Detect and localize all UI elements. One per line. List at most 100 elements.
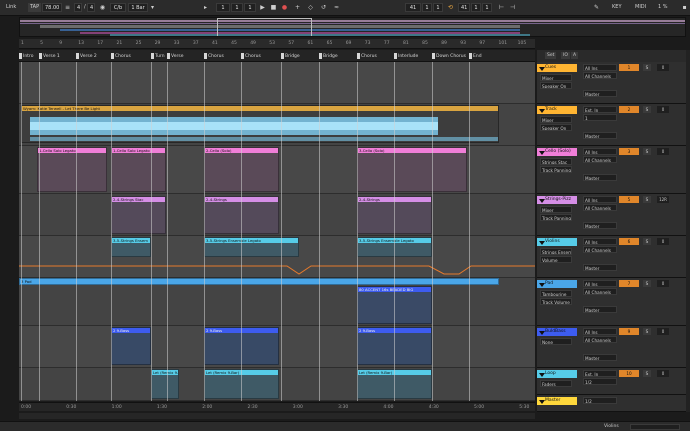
fold-triangle-icon[interactable] [539, 109, 545, 113]
key-map-button[interactable]: KEY [610, 3, 624, 12]
sends-toggle-button[interactable]: A [571, 52, 579, 59]
mixer-track[interactable]: Loop Ext. In 1/2 Faders 10 S 0 [537, 368, 686, 395]
track-route-select[interactable]: Tambourine [540, 290, 572, 297]
track-input-select[interactable]: All Ins [583, 196, 617, 203]
fold-triangle-icon[interactable] [539, 151, 545, 155]
track-activator-button[interactable]: 7 [619, 280, 639, 287]
locator-marker[interactable]: Chorus [357, 52, 377, 60]
track-input-select[interactable]: All Ins [583, 238, 617, 245]
track-input-select[interactable]: Ext. In [583, 106, 617, 113]
time-signature-numerator[interactable]: 4 [74, 3, 82, 12]
horizontal-scrollbar[interactable] [19, 413, 535, 419]
track-monitor-select[interactable]: Speaker On [540, 82, 572, 89]
tempo-field[interactable]: 78.00 [42, 3, 62, 12]
track-input-channel[interactable]: All Channels [583, 204, 617, 211]
track-output-select[interactable]: Master [583, 264, 617, 271]
track-monitor-select[interactable]: Track Volume [540, 298, 572, 305]
track-activator-button[interactable]: 10 [619, 370, 639, 377]
solo-button[interactable]: S [643, 328, 651, 335]
track-title-bar[interactable]: Loop [537, 370, 577, 378]
follow-icon[interactable]: ▸ [201, 3, 210, 12]
track-route-select[interactable]: None [540, 338, 572, 345]
pad-clip[interactable]: 3 Pad [19, 278, 499, 285]
punch-out-icon[interactable]: ⊣ [508, 3, 517, 12]
position-bar-field[interactable]: 1 [216, 3, 230, 12]
solo-button[interactable]: S [643, 64, 651, 71]
metronome-icon[interactable]: ◉ [98, 3, 107, 12]
track-route-select[interactable]: Strings Stac [540, 158, 572, 165]
track-output-select[interactable]: Master [583, 306, 617, 313]
cello-clip-2[interactable]: 1-Cello Solo Legato [111, 147, 166, 192]
mixer-track[interactable]: Master 1/2 [537, 395, 686, 412]
fold-triangle-icon[interactable] [539, 241, 545, 245]
track-activator-button[interactable]: 9 [619, 328, 639, 335]
track-route-select[interactable]: Mixer [540, 206, 572, 213]
track-input-channel[interactable]: All Channels [583, 336, 617, 343]
locator-marker[interactable]: Bridge [281, 52, 300, 60]
track-input-channel[interactable]: 1 [583, 114, 617, 121]
time-signature-denominator[interactable]: 4 [87, 3, 95, 12]
track-input-channel[interactable]: All Channels [583, 288, 617, 295]
track-output-select[interactable]: Master [583, 132, 617, 139]
bass-clip-1[interactable]: 2 9-Bass [111, 327, 151, 365]
automation-envelope[interactable] [19, 260, 535, 278]
locator-lane[interactable]: Intro Verse 1 Verse 2 Chorus Turn Verse Chorus… [19, 50, 535, 62]
track-activator-button[interactable]: 6 [619, 238, 639, 245]
loop-start-field[interactable]: 41 [405, 3, 421, 12]
loop-length-sixteenth[interactable]: 1 [482, 3, 492, 12]
fold-triangle-icon[interactable] [539, 67, 545, 71]
capture-icon[interactable]: ≈ [332, 3, 341, 12]
metronome-setting[interactable]: C/b [110, 3, 126, 12]
position-beat-field[interactable]: 1 [231, 3, 243, 12]
track-input-select[interactable]: All Ins [583, 64, 617, 71]
track-input-select[interactable]: All Ins [583, 148, 617, 155]
locator-marker[interactable]: Turn [151, 52, 165, 60]
track-input-select[interactable]: All Ins [583, 328, 617, 335]
track-input-select[interactable]: All Ins [583, 280, 617, 287]
lane-pad[interactable] [19, 278, 535, 326]
track-route-select[interactable]: Mixer [540, 74, 572, 81]
loop-switch-icon[interactable]: ⟲ [446, 3, 455, 12]
track-input-channel[interactable]: 1/2 [583, 378, 617, 385]
link-button[interactable]: Link [4, 3, 18, 12]
locator-marker[interactable]: Down Chorus [432, 52, 466, 60]
chevron-down-icon[interactable]: ▾ [148, 3, 157, 12]
track-title-bar[interactable]: Track [537, 106, 577, 114]
mixer-track[interactable]: Cues All Ins All Channels Mixer Speaker On Ma… [537, 62, 686, 104]
mixer-track[interactable]: Strings-Pizz All Ins All Channels Mixer Trac… [537, 194, 686, 236]
locator-marker[interactable]: Verse 2 [76, 52, 97, 60]
strings-pizz-clip-1[interactable]: 2-4-Strings Stac [111, 196, 166, 234]
locator-marker[interactable]: Bridge [319, 52, 338, 60]
mixer-track[interactable]: Violins All Ins All Channels Strings Ensem V… [537, 236, 686, 278]
locator-marker[interactable]: End [469, 52, 482, 60]
time-ruler[interactable]: 0:00 0:30 1:00 1:30 2:00 2:30 3:00 3:30 4:00 4:30… [19, 402, 535, 411]
track-volume-field[interactable]: 0 [657, 148, 669, 155]
track-input-select[interactable]: Ext. In [583, 370, 617, 377]
mixer-track[interactable]: BuldBass All Ins All Channels None Master 9 S 0 [537, 326, 686, 368]
locator-marker[interactable]: Chorus [241, 52, 261, 60]
io-toggle-button[interactable]: IO [561, 52, 570, 59]
fold-triangle-icon[interactable] [539, 199, 545, 203]
locator-marker[interactable]: Intro [19, 52, 33, 60]
loop-length-beat[interactable]: 1 [471, 3, 481, 12]
record-icon[interactable]: ● [280, 3, 289, 12]
track-activator-button[interactable]: 1 [619, 64, 639, 71]
draw-mode-icon[interactable]: ✎ [592, 3, 601, 12]
loop-length-bar[interactable]: 41 [458, 3, 470, 12]
back-to-arrangement-icon[interactable]: ↺ [319, 3, 328, 12]
punch-in-icon[interactable]: ⊢ [497, 3, 506, 12]
track-title-bar[interactable]: Violins [537, 238, 577, 246]
overdub-icon[interactable]: + [293, 3, 302, 12]
cello-clip-1[interactable]: 1-Cello Solo Legato [37, 147, 107, 192]
fold-triangle-icon[interactable] [539, 331, 545, 335]
track-volume-field[interactable]: 0 [657, 280, 669, 287]
tempo-nudge-icon[interactable]: ≡ [63, 3, 72, 12]
track-output-select[interactable]: Master [583, 174, 617, 181]
cello-clip-4[interactable]: 3-Cello (Solo) [357, 147, 467, 192]
fold-triangle-icon[interactable] [539, 400, 545, 404]
track-input-channel[interactable]: All Channels [583, 246, 617, 253]
solo-button[interactable]: S [643, 196, 651, 203]
locator-marker[interactable]: Interlude [394, 52, 418, 60]
arrangement-overview[interactable] [19, 17, 686, 37]
violins-clip-1[interactable]: 3-5-Strings Ensem [111, 237, 151, 257]
